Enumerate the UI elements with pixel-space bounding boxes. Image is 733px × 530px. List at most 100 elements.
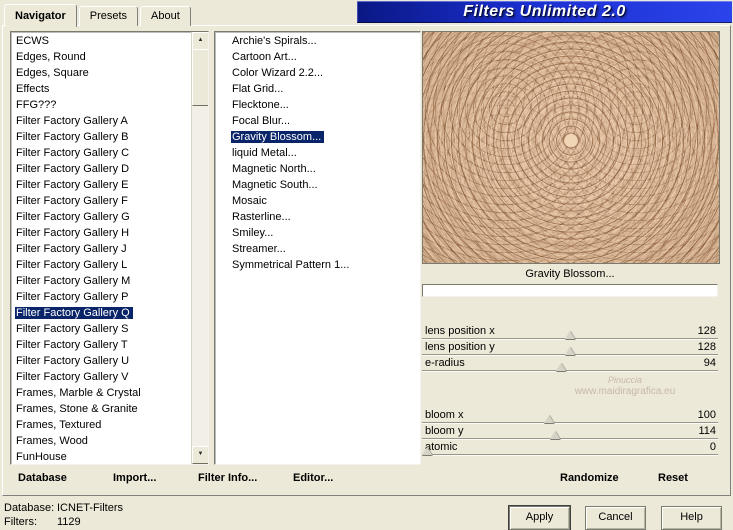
category-scrollbar[interactable]: ▲ ▼ — [191, 32, 208, 464]
param-slider-thumb[interactable] — [556, 363, 567, 371]
filter-item[interactable]: liquid Metal... — [215, 145, 420, 161]
category-item[interactable]: Filter Factory Gallery P — [11, 289, 192, 305]
filter-item-label: Flecktone... — [232, 99, 289, 111]
param-slider-thumb[interactable] — [565, 347, 575, 355]
category-item[interactable]: Filter Factory Gallery J — [11, 241, 192, 257]
category-item[interactable]: Frames, Wood — [11, 433, 192, 449]
category-item-label: Filter Factory Gallery J — [16, 243, 127, 255]
filter-item[interactable]: Mosaic — [215, 193, 420, 209]
scrollbar-thumb[interactable] — [192, 49, 208, 106]
randomize-button[interactable]: Randomize — [560, 470, 619, 486]
category-item[interactable]: Filter Factory Gallery E — [11, 177, 192, 193]
filter-item[interactable]: Streamer... — [215, 241, 420, 257]
category-item[interactable]: Filter Factory Gallery S — [11, 321, 192, 337]
editor-button[interactable]: Editor... — [293, 470, 333, 486]
param-slider-thumb[interactable] — [550, 431, 561, 439]
help-button[interactable]: Help — [661, 506, 722, 530]
category-item[interactable]: Frames, Stone & Granite — [11, 401, 192, 417]
param-value: 100 — [697, 409, 716, 421]
category-item[interactable]: Effects — [11, 81, 192, 97]
filter-item[interactable]: Cartoon Art... — [215, 49, 420, 65]
category-item-label: Filter Factory Gallery E — [16, 179, 129, 191]
category-item[interactable]: Frames, Marble & Crystal — [11, 385, 192, 401]
filter-item[interactable]: Symmetrical Pattern 1... — [215, 257, 420, 273]
category-item-label: Filter Factory Gallery U — [16, 355, 130, 367]
param-slider-thumb[interactable] — [544, 415, 555, 423]
import-button[interactable]: Import... — [113, 470, 156, 486]
status-database-value: ICNET-Filters — [57, 502, 123, 514]
category-item[interactable]: Filter Factory Gallery D — [11, 161, 192, 177]
category-list: ECWS Edges, Round Edges, Square Effects FFG?… — [10, 31, 209, 465]
filter-item[interactable]: Flat Grid... — [215, 81, 420, 97]
category-item-label: FFG??? — [16, 99, 57, 111]
category-item[interactable]: Filter Factory Gallery F — [11, 193, 192, 209]
title-banner: Filters Unlimited 2.0 — [357, 1, 732, 23]
filter-item[interactable]: Archie's Spirals... — [215, 33, 420, 49]
category-item[interactable]: Filter Factory Gallery V — [11, 369, 192, 385]
category-item[interactable]: Filter Factory Gallery M — [11, 273, 192, 289]
database-button[interactable]: Database — [18, 470, 67, 486]
tab-about[interactable]: About — [140, 6, 191, 26]
category-item[interactable]: Edges, Round — [11, 49, 192, 65]
filter-item-label: Gravity Blossom... — [231, 131, 325, 143]
category-item[interactable]: ECWS — [11, 33, 192, 49]
status-filters-label: Filters: — [4, 516, 37, 528]
filter-item-label: Cartoon Art... — [232, 51, 297, 63]
category-item[interactable]: Filter Factory Gallery L — [11, 257, 192, 273]
category-item[interactable]: Filter Factory Gallery G — [11, 209, 192, 225]
param-group-2: bloom x 100 bloom y 114 atomic 0 — [422, 408, 718, 456]
category-item-label: Filter Factory Gallery D — [16, 163, 130, 175]
filter-item-label: Color Wizard 2.2... — [232, 67, 324, 79]
category-item[interactable]: Filter Factory Gallery H — [11, 225, 192, 241]
filter-item[interactable]: Rasterline... — [215, 209, 420, 225]
category-item-label: Filter Factory Gallery G — [16, 211, 130, 223]
tab-presets[interactable]: Presets — [78, 6, 139, 26]
category-item-label: ECWS — [16, 35, 49, 47]
scroll-up-icon[interactable]: ▲ — [192, 32, 208, 50]
param-row: bloom x 100 — [422, 408, 718, 424]
cancel-button[interactable]: Cancel — [585, 506, 646, 530]
filter-item[interactable]: Smiley... — [215, 225, 420, 241]
apply-button[interactable]: Apply — [508, 505, 571, 530]
param-slider-track[interactable] — [422, 370, 718, 372]
filter-item-label: Archie's Spirals... — [232, 35, 317, 47]
param-row: atomic 0 — [422, 440, 718, 456]
param-row: bloom y 114 — [422, 424, 718, 440]
category-item[interactable]: FunHouse — [11, 449, 192, 464]
category-item-label: Filter Factory Gallery T — [16, 339, 128, 351]
category-item[interactable]: FFG??? — [11, 97, 192, 113]
category-item-label: Edges, Round — [16, 51, 86, 63]
category-item-label: Filter Factory Gallery H — [16, 227, 130, 239]
category-item[interactable]: Filter Factory Gallery A — [11, 113, 192, 129]
category-item-label: Filter Factory Gallery P — [16, 291, 129, 303]
category-item-label: Filter Factory Gallery C — [16, 147, 130, 159]
category-item[interactable]: Filter Factory Gallery T — [11, 337, 192, 353]
param-slider-thumb[interactable] — [422, 447, 432, 455]
param-slider-thumb[interactable] — [565, 331, 575, 339]
scroll-down-icon[interactable]: ▼ — [192, 446, 208, 464]
category-item[interactable]: Edges, Square — [11, 65, 192, 81]
filter-item[interactable]: Gravity Blossom... — [215, 129, 420, 145]
category-item[interactable]: Filter Factory Gallery B — [11, 129, 192, 145]
category-item-label: Filter Factory Gallery V — [16, 371, 129, 383]
filter-item[interactable]: Magnetic North... — [215, 161, 420, 177]
reset-button[interactable]: Reset — [658, 470, 688, 486]
category-item[interactable]: Frames, Textured — [11, 417, 192, 433]
filter-item[interactable]: Magnetic South... — [215, 177, 420, 193]
param-slider-track[interactable] — [422, 454, 718, 456]
filter-item[interactable]: Color Wizard 2.2... — [215, 65, 420, 81]
filter-info-button[interactable]: Filter Info... — [198, 470, 257, 486]
category-item[interactable]: Filter Factory Gallery U — [11, 353, 192, 369]
filter-item-label: Focal Blur... — [232, 115, 291, 127]
category-item[interactable]: Filter Factory Gallery Q — [11, 305, 192, 321]
param-row: e-radius 94 — [422, 356, 718, 372]
param-value: 128 — [697, 325, 716, 337]
filter-item-label: Magnetic North... — [232, 163, 316, 175]
preview-image — [423, 32, 719, 263]
filter-list-items: Archie's Spirals... Cartoon Art... Color W… — [215, 33, 420, 464]
category-item[interactable]: Filter Factory Gallery C — [11, 145, 192, 161]
filter-item[interactable]: Focal Blur... — [215, 113, 420, 129]
filter-item[interactable]: Flecktone... — [215, 97, 420, 113]
tab-navigator[interactable]: Navigator — [4, 4, 77, 27]
param-value: 114 — [698, 425, 716, 437]
